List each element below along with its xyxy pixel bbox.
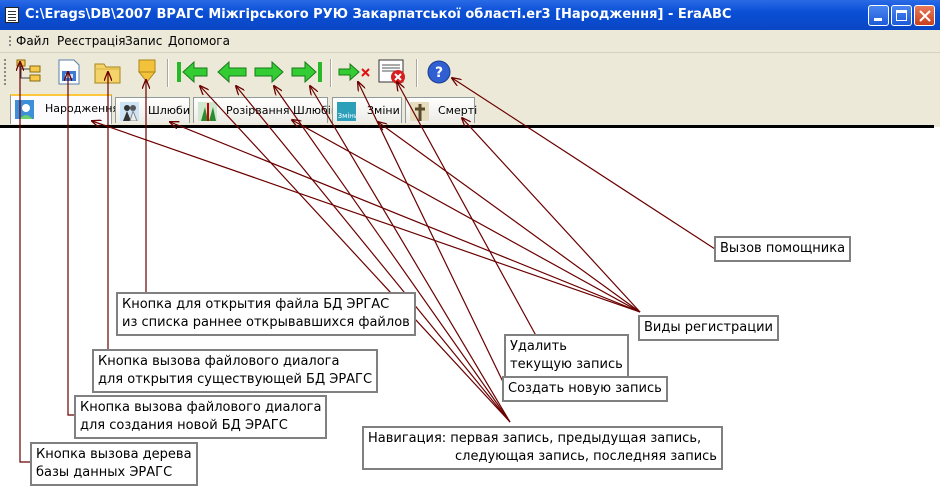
callout-create-record: Создать новую запись	[502, 376, 668, 402]
callout-line: Кнопка вызова дерева	[36, 447, 192, 462]
callout-line: Кнопка вызова файлового диалога	[80, 400, 322, 415]
callout-line: следующая запись, последняя запись	[455, 449, 717, 464]
callout-line: Кнопка для открытия файла БД ЭРГАС	[122, 297, 390, 312]
callout-recent-files: Кнопка для открытия файла БД ЭРГАС из сп…	[116, 292, 416, 336]
callout-line: текущую запись	[510, 357, 623, 372]
callout-line: Кнопка вызова файлового диалога	[98, 354, 340, 369]
callout-line: для создания новой БД ЭРАГС	[80, 418, 288, 433]
callout-delete-record: Удалить текущую запись	[504, 334, 629, 378]
callout-line: базы данных ЭРАГС	[36, 465, 173, 480]
callout-create-database: Кнопка вызова файлового диалога для созд…	[74, 395, 328, 439]
callout-text: Создать новую запись	[508, 381, 662, 396]
callout-text: Виды регистрации	[644, 320, 773, 335]
callout-line: для открытия существующей БД ЭРАГС	[98, 372, 373, 387]
callout-text: Вызов помощника	[720, 241, 846, 256]
callout-open-existing: Кнопка вызова файлового диалога для откр…	[92, 349, 379, 393]
callout-tree: Кнопка вызова дерева базы данных ЭРАГС	[30, 442, 198, 486]
callout-line: Удалить	[510, 339, 567, 354]
callout-line: из списка раннее открывавшихся файлов	[122, 315, 410, 330]
callout-line: Навигация: первая запись, предыдущая зап…	[368, 431, 702, 446]
callout-registration-kinds: Виды регистрации	[638, 315, 779, 341]
callout-navigation: Навигация: первая запись, предыдущая зап…	[362, 426, 723, 470]
callout-help: Вызов помощника	[714, 236, 852, 262]
